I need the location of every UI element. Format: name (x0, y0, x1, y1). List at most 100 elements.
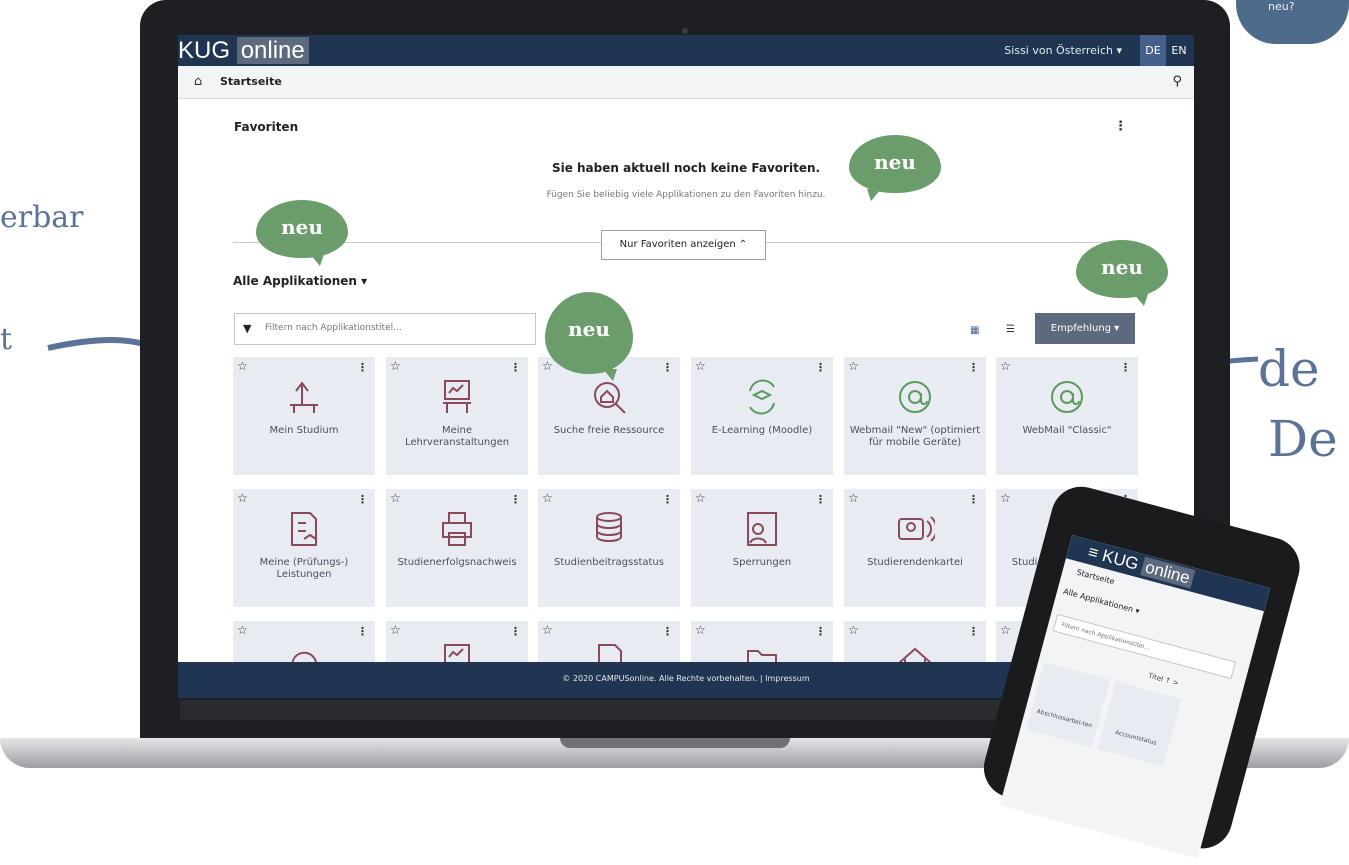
app-tile-10[interactable]: ☆ ⋮ Sperrungen (691, 489, 833, 607)
tile-menu-icon[interactable]: ⋮ (510, 361, 521, 374)
app-tile-7[interactable]: ☆ ⋮ Meine (Prüfungs-) Leistungen (233, 489, 375, 607)
phone-breadcrumb[interactable]: Startseite (1076, 568, 1116, 587)
filter-placeholder: Filtern nach Applikationstitel... (265, 323, 402, 333)
favorite-star-icon[interactable]: ☆ (1000, 359, 1011, 373)
all-apps-dropdown[interactable]: Alle Applikationen ▾ (233, 274, 367, 288)
favorite-star-icon[interactable]: ☆ (695, 359, 706, 373)
tile-menu-icon[interactable]: ⋮ (357, 625, 368, 638)
id-card-icon (898, 516, 935, 542)
tile-label: WebMail "Classic" (1022, 425, 1112, 436)
cloud-text: neu? (1268, 0, 1295, 13)
tile-menu-icon[interactable]: ⋮ (968, 493, 979, 506)
list-view-icon[interactable]: ☰ (1006, 324, 1015, 335)
tile-label: Studienerfolgsnachweis (397, 557, 517, 568)
favorite-star-icon[interactable]: ☆ (390, 359, 401, 373)
camera-dot (682, 28, 688, 34)
background-text-left-1: erbar (0, 200, 84, 235)
at-icon (1051, 381, 1083, 413)
sort-dropdown[interactable]: Empfehlung ▾ (1035, 313, 1135, 344)
tile-label: E-Learning (Moodle) (711, 425, 813, 436)
favorite-star-icon[interactable]: ☆ (542, 491, 553, 505)
search-icon[interactable]: ⚲ (1172, 74, 1182, 89)
top-bar: KUG online Sissi von Österreich ▾ DE EN (178, 35, 1194, 66)
background-text-right-2: De (1268, 410, 1338, 468)
favorite-star-icon[interactable]: ☆ (695, 491, 706, 505)
favorite-star-icon[interactable]: ☆ (848, 623, 859, 637)
home-icon[interactable]: ⌂ (194, 74, 202, 89)
app-tile-8[interactable]: ☆ ⋮ Studienerfolgsnachweis (386, 489, 528, 607)
language-de-button[interactable]: DE (1140, 35, 1166, 66)
phone-sort[interactable]: Titel ↑ > (1147, 672, 1179, 688)
app-tile-2[interactable]: ☆ ⋮ Meine Lehrveranstaltungen (386, 357, 528, 475)
desk-lamp-icon (290, 381, 318, 413)
tile-label: Studienbeitragsstatus (554, 557, 664, 568)
phone-tile-accountstatus[interactable]: Accountstatus (1097, 681, 1182, 767)
favorite-star-icon[interactable]: ☆ (237, 359, 248, 373)
tile-menu-icon[interactable]: ⋮ (510, 493, 521, 506)
tile-menu-icon[interactable]: ⋮ (968, 625, 979, 638)
grades-icon (291, 512, 317, 546)
phone-tile-abschlussarbeiten[interactable]: Abschlussarbei-ten (1026, 662, 1111, 748)
tile-label: Meine (Prüfungs-) Leistungen (259, 557, 349, 580)
phone-screen: ≡ KUG online Startseite Alle Applikation… (999, 535, 1271, 859)
tile-menu-icon[interactable]: ⋮ (662, 493, 673, 506)
tile-menu-icon[interactable]: ⋮ (662, 625, 673, 638)
tile-menu-icon[interactable]: ⋮ (1120, 361, 1131, 374)
show-favorites-only-button[interactable]: Nur Favoriten anzeigen ⌃ (601, 230, 766, 260)
favorite-star-icon[interactable]: ☆ (237, 491, 248, 505)
tile-label: Meine Lehrveranstaltungen (404, 425, 510, 448)
tile-label: Webmail "New" (optimiert für mobile Gerä… (849, 425, 981, 448)
tile-label: Suche freie Ressource (553, 425, 665, 436)
tile-menu-icon[interactable]: ⋮ (815, 625, 826, 638)
filter-icon: ▼ (243, 322, 252, 335)
app-tile-5[interactable]: ☆ ⋮ Webmail "New" (optimiert für mobile Ge… (844, 357, 986, 475)
favorite-star-icon[interactable]: ☆ (1000, 491, 1011, 505)
new-badge-sort: neu (1076, 240, 1168, 306)
app-tile-6[interactable]: ☆ ⋮ WebMail "Classic" (996, 357, 1138, 475)
favorite-star-icon[interactable]: ☆ (390, 491, 401, 505)
favorite-star-icon[interactable]: ☆ (542, 359, 553, 373)
favorite-star-icon[interactable]: ☆ (848, 491, 859, 505)
favorite-star-icon[interactable]: ☆ (237, 623, 248, 637)
laptop-notch (560, 738, 790, 748)
breadcrumb-startseite[interactable]: Startseite (220, 75, 282, 88)
new-badge-favorites: neu (849, 135, 941, 201)
tile-label: Sperrungen (732, 557, 792, 568)
tile-menu-icon[interactable]: ⋮ (815, 361, 826, 374)
new-badge-all-apps: neu (256, 200, 348, 266)
house-search-icon (594, 382, 626, 414)
kug-online-logo[interactable]: KUG online (178, 37, 309, 65)
at-icon (899, 381, 931, 413)
tile-menu-icon[interactable]: ⋮ (662, 361, 673, 374)
new-badge-filter: neu (545, 292, 633, 381)
language-en-button[interactable]: EN (1166, 35, 1192, 66)
favorite-star-icon[interactable]: ☆ (695, 623, 706, 637)
phone-all-apps[interactable]: Alle Applikationen ▾ (1062, 587, 1140, 616)
graduation-sync-icon (749, 379, 775, 415)
app-tile-9[interactable]: ☆ ⋮ Studienbeitragsstatus (538, 489, 680, 607)
tile-menu-icon[interactable]: ⋮ (357, 493, 368, 506)
favorites-empty-title: Sie haben aktuell noch keine Favoriten. (551, 161, 821, 175)
favorite-star-icon[interactable]: ☆ (1000, 623, 1011, 637)
user-menu[interactable]: Sissi von Österreich ▾ (1004, 44, 1122, 57)
phone-filter-input[interactable]: Filtern nach Applikationstitel... (1052, 613, 1236, 680)
locked-user-icon (747, 512, 777, 546)
tile-menu-icon[interactable]: ⋮ (815, 493, 826, 506)
favorites-empty-sub: Fügen Sie beliebig viele Applikationen z… (546, 190, 826, 200)
favorite-star-icon[interactable]: ☆ (390, 623, 401, 637)
background-text-left-2: t (0, 322, 13, 357)
app-tile-4[interactable]: ☆ ⋮ E-Learning (Moodle) (691, 357, 833, 475)
tile-menu-icon[interactable]: ⋮ (357, 361, 368, 374)
filter-input[interactable]: ▼ Filtern nach Applikationstitel... (234, 313, 536, 345)
tile-menu-icon[interactable]: ⋮ (968, 361, 979, 374)
tile-menu-icon[interactable]: ⋮ (510, 625, 521, 638)
app-tile-1[interactable]: ☆ ⋮ Mein Studium (233, 357, 375, 475)
favorite-star-icon[interactable]: ☆ (848, 359, 859, 373)
favorites-menu-icon[interactable]: ⋮ (1114, 119, 1127, 134)
app-tile-11[interactable]: ☆ ⋮ Studierendenkartei (844, 489, 986, 607)
breadcrumb-bar: ⌂ Startseite ⚲ (178, 66, 1194, 99)
favorite-star-icon[interactable]: ☆ (542, 623, 553, 637)
tile-view-icon[interactable]: ▦ (970, 325, 979, 336)
favorites-title: Favoriten (234, 120, 299, 134)
board-icon (443, 380, 471, 413)
